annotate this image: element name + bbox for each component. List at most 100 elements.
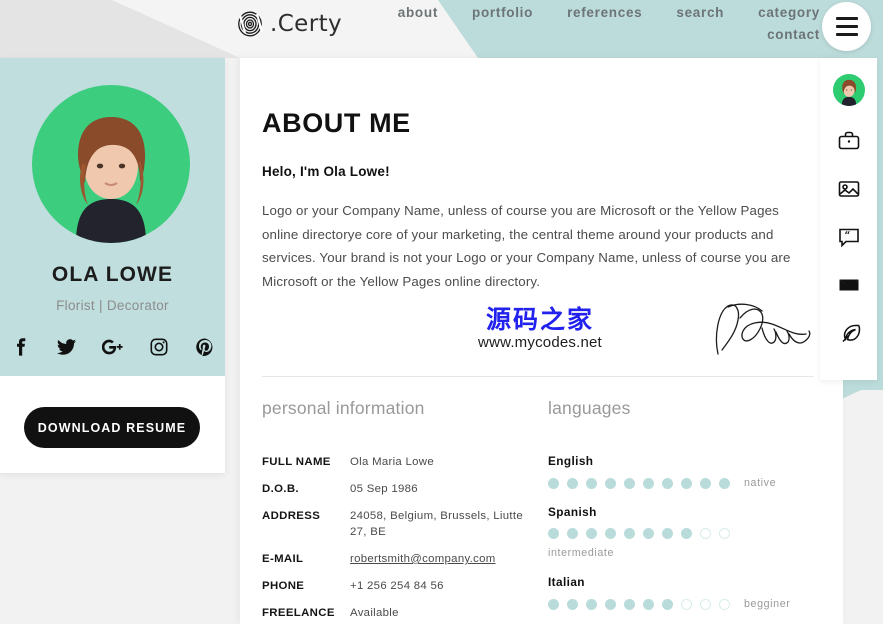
signature-image <box>715 303 811 355</box>
dot-filled <box>586 477 597 489</box>
personal-information-table: FULL NAME Ola Maria Lowe D.O.B. 05 Sep 1… <box>262 454 532 624</box>
dot-empty <box>700 528 711 539</box>
dot-empty <box>719 598 730 610</box>
languages-heading: languages <box>548 398 631 418</box>
portfolio-image-icon[interactable] <box>836 176 862 202</box>
dot-filled <box>548 598 559 610</box>
dot-filled <box>624 528 635 539</box>
language-name: Italian <box>548 575 585 589</box>
hamburger-bar-2 <box>835 25 858 28</box>
language-item: English native <box>548 454 828 489</box>
facebook-icon[interactable] <box>10 336 32 358</box>
nav-item-references[interactable]: references <box>567 2 642 24</box>
site-logo[interactable]: .Certy <box>237 8 342 40</box>
dot-filled <box>586 528 597 539</box>
dot-empty <box>700 598 711 610</box>
personal-information-section: personal information FULL NAME Ola Maria… <box>262 398 532 624</box>
watermark-chinese-text: 源码之家 <box>485 305 594 334</box>
nav-item-about[interactable]: about <box>398 2 438 24</box>
profile-name: OLA LOWE <box>51 263 174 286</box>
table-row: D.O.B. 05 Sep 1986 <box>262 481 532 508</box>
info-label-address: ADDRESS <box>262 510 321 522</box>
briefcase-icon[interactable] <box>836 128 862 154</box>
info-value-address: 24058, Belgium, Brussels, Liutte 27, BE <box>350 510 523 538</box>
quote-bubble-icon[interactable]: “ <box>836 224 862 250</box>
download-resume-button[interactable]: DOWNLOAD RESUME <box>24 407 200 448</box>
dot-filled <box>567 528 578 539</box>
info-value-freelance: Available <box>350 607 399 619</box>
info-label-freelance: FREELANCE <box>262 607 335 619</box>
table-row: FULL NAME Ola Maria Lowe <box>262 454 532 481</box>
dot-filled <box>586 598 597 610</box>
info-label-phone: PHONE <box>262 580 305 592</box>
dot-filled <box>719 477 730 489</box>
language-name: Spanish <box>548 505 597 519</box>
rail-profile-avatar[interactable] <box>832 74 865 106</box>
language-level-label: native <box>744 477 777 489</box>
dot-filled <box>681 528 692 539</box>
envelope-icon[interactable] <box>836 272 862 298</box>
dot-filled <box>605 598 616 610</box>
info-label-email: E-MAIL <box>262 553 304 565</box>
logo-text: .Certy <box>270 11 343 37</box>
language-level-dots: native <box>548 477 828 489</box>
table-row: E-MAIL robertsmith@company.com <box>262 551 532 578</box>
info-value-phone: +1 256 254 84 56 <box>350 580 444 592</box>
dot-filled <box>624 477 635 489</box>
main-content-panel: ABOUT ME Helo, I'm Ola Lowe! Logo or you… <box>240 58 843 624</box>
main-navigation: about portfolio references search catego… <box>380 0 820 58</box>
language-name: English <box>548 454 594 468</box>
dot-filled <box>662 598 673 610</box>
watermark-url: www.mycodes.net <box>478 334 602 351</box>
dot-filled <box>662 477 673 489</box>
table-row: FREELANCE Available <box>262 605 532 624</box>
hamburger-menu-button[interactable] <box>822 2 871 51</box>
svg-text:“: “ <box>844 231 850 242</box>
twitter-icon[interactable] <box>56 336 78 358</box>
language-level-label: begginer <box>744 598 791 610</box>
profile-role: Florist | Decorator <box>56 298 169 313</box>
google-plus-icon[interactable] <box>102 336 124 358</box>
nav-item-category[interactable]: category <box>758 2 820 24</box>
dot-filled <box>605 528 616 539</box>
content-divider <box>262 376 814 377</box>
personal-information-heading: personal information <box>262 398 425 418</box>
dot-filled <box>662 528 673 539</box>
email-link[interactable]: robertsmith@company.com <box>350 553 496 565</box>
info-value-email: robertsmith@company.com <box>350 551 532 578</box>
page-root: .Certy about portfolio references search… <box>0 0 883 624</box>
dot-empty <box>681 598 692 610</box>
language-level-dots: begginer <box>548 598 828 610</box>
rail-avatar-portrait <box>841 79 856 106</box>
page-title: ABOUT ME <box>262 108 411 139</box>
dot-filled <box>643 528 654 539</box>
nav-item-contact[interactable]: contact <box>380 24 820 46</box>
profile-card: OLA LOWE Florist | Decorator DOWNLOAD RE… <box>0 58 225 473</box>
language-level-label: intermediate <box>548 547 615 559</box>
dot-filled <box>567 598 578 610</box>
right-icon-rail: “ <box>820 58 877 380</box>
dot-filled <box>567 477 578 489</box>
nav-item-portfolio[interactable]: portfolio <box>472 2 533 24</box>
dot-filled <box>605 477 616 489</box>
dot-empty <box>719 528 730 539</box>
watermark: 源码之家 www.mycodes.net <box>445 306 635 351</box>
instagram-icon[interactable] <box>148 336 170 358</box>
hamburger-bar-1 <box>835 17 858 20</box>
intro-greeting: Helo, I'm Ola Lowe! <box>262 164 390 179</box>
site-header: .Certy about portfolio references search… <box>0 0 883 58</box>
feather-pen-icon[interactable] <box>836 320 862 346</box>
dot-filled <box>643 477 654 489</box>
avatar-portrait <box>76 117 146 243</box>
pinterest-icon[interactable] <box>194 336 216 358</box>
dot-filled <box>624 598 635 610</box>
dot-filled <box>700 477 711 489</box>
info-label-dob: D.O.B. <box>262 483 299 495</box>
fingerprint-icon <box>238 11 263 37</box>
dot-filled <box>548 528 559 539</box>
dot-filled <box>681 477 692 489</box>
languages-list: English native Spanish intermediate Italian b… <box>548 454 828 610</box>
intro-paragraph: Logo or your Company Name, unless of cou… <box>262 203 791 289</box>
nav-item-search[interactable]: search <box>676 2 724 24</box>
language-item: Italian begginer <box>548 575 828 610</box>
